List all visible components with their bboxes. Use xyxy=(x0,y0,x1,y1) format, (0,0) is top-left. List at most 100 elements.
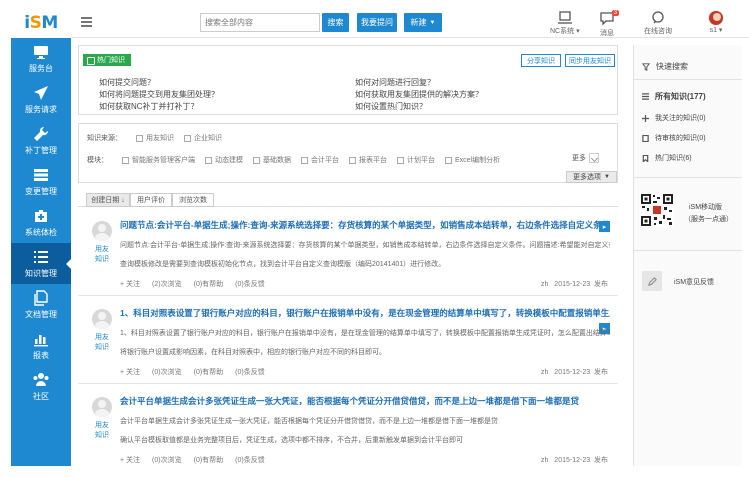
article-meta: + 关注 (0)次浏览 (0)有帮助 (0)条反馈 xyxy=(120,455,277,465)
nav-item-community[interactable]: 社区 xyxy=(11,366,71,407)
module-option[interactable]: 基础数据 xyxy=(253,155,291,165)
checkbox[interactable] xyxy=(397,156,404,164)
checkbox[interactable] xyxy=(136,134,143,142)
nav-item-knowledge[interactable]: 知识管理 xyxy=(11,243,71,284)
document-icon xyxy=(642,134,649,142)
checkbox[interactable] xyxy=(445,156,452,164)
hot-knowledge-link[interactable]: 热门知识(6) xyxy=(642,153,692,163)
filter-icon xyxy=(642,62,650,71)
views-count: (0)次浏览 xyxy=(152,369,182,376)
module-option[interactable]: 智能服务管理客户端 xyxy=(122,155,195,165)
medkit-icon xyxy=(35,209,47,222)
source-option[interactable]: 用友知识 xyxy=(136,133,174,143)
article-publish-info: zh 2015-12-23 发布 xyxy=(541,457,608,464)
hot-link[interactable]: 如何提交问题？ xyxy=(99,77,155,88)
laptop-icon xyxy=(557,11,572,24)
module-option[interactable]: Excel编制分析 xyxy=(445,155,500,165)
pending-knowledge-link[interactable]: 待审核的知识(0) xyxy=(642,133,706,143)
article-question: 1、科目对照表设置了银行账户对应的科目，银行账户在报销单中没有，是在现金管理的结… xyxy=(120,330,610,337)
hot-link[interactable]: 如何将问题提交到用友集团处理？ xyxy=(99,89,219,100)
author-name[interactable]: 用友知识 xyxy=(92,333,112,353)
sort-by-rating[interactable]: 用户评价 xyxy=(130,193,172,207)
helpful-link[interactable]: (0)有帮助 xyxy=(194,367,224,377)
checkbox[interactable] xyxy=(184,134,191,142)
module-option[interactable]: 会计平台 xyxy=(301,155,339,165)
nav-item-health-check[interactable]: 系统体检 xyxy=(11,202,71,243)
nav-item-service-request[interactable]: 服务请求 xyxy=(11,79,71,120)
quick-search-title: 快速搜索 xyxy=(642,61,688,72)
more-options-button[interactable]: 更多选项 ▼ xyxy=(566,171,617,183)
all-knowledge-link[interactable]: 所有知识(177) xyxy=(642,91,706,102)
nc-system-button[interactable]: NC系统 ▾ xyxy=(550,10,580,36)
plus-icon xyxy=(642,114,649,122)
helpful-link[interactable]: (0)有帮助 xyxy=(194,455,224,465)
ask-question-button[interactable]: 我要提问 xyxy=(357,13,397,32)
module-option[interactable]: 报表平台 xyxy=(349,155,387,165)
follow-link[interactable]: + 关注 xyxy=(120,367,140,377)
hot-link[interactable]: 如何设置热门知识？ xyxy=(355,101,427,112)
checkbox[interactable] xyxy=(301,156,308,164)
module-option[interactable]: 计划平台 xyxy=(397,155,435,165)
mobile-title: iSM移动版 xyxy=(689,204,723,211)
qr-code-icon[interactable] xyxy=(640,193,674,227)
search-input[interactable] xyxy=(200,13,320,32)
author-name[interactable]: 用友知识 xyxy=(92,421,112,441)
feedback-link[interactable]: (0)条反馈 xyxy=(235,279,265,289)
checkbox[interactable] xyxy=(253,156,260,164)
follow-link[interactable]: + 关注 xyxy=(120,279,140,289)
module-option[interactable]: 动态建模 xyxy=(205,155,243,165)
search-button[interactable]: 搜索 xyxy=(322,13,349,32)
author-name[interactable]: 用友知识 xyxy=(92,245,112,265)
messages-button[interactable]: 3 消息 xyxy=(599,10,619,38)
article-publish-info: zh 2015-12-23 发布 xyxy=(541,281,608,288)
views-count: (0)次浏览 xyxy=(152,457,182,464)
user-menu[interactable]: s1 ▾ xyxy=(708,10,724,34)
more-modules-toggle[interactable]: 更多 xyxy=(572,153,599,163)
sidebar-nav: 服务台 服务请求 补丁管理 变更管理 系统体检 知识管理 文档管理 报表 社区 xyxy=(11,38,71,407)
sync-knowledge-button[interactable]: 同步用友知识 xyxy=(565,54,615,67)
divider xyxy=(634,250,742,251)
nav-item-change[interactable]: 变更管理 xyxy=(11,161,71,202)
chat-double-icon xyxy=(652,11,664,24)
hot-link[interactable]: 如何获取NC补丁并打补丁？ xyxy=(99,101,199,112)
sort-by-views[interactable]: 浏览次数 xyxy=(172,193,214,207)
hot-link[interactable]: 如何获取用友集团提供的解决方案？ xyxy=(355,89,483,100)
hot-link[interactable]: 如何对问题进行回复？ xyxy=(355,77,435,88)
feedback-link[interactable]: iSM意见反馈 xyxy=(674,277,714,287)
logo[interactable]: iSM xyxy=(11,8,71,38)
author-avatar xyxy=(92,309,112,329)
edit-icon[interactable] xyxy=(642,271,662,291)
checkbox[interactable] xyxy=(349,156,356,164)
article-title[interactable]: 问题节点:会计平台-单据生成;操作:查询-来源系统选择要：存货核算的某个单据类型… xyxy=(120,219,610,231)
views-count: (2)次浏览 xyxy=(152,281,182,288)
filter-panel: 知识来源： 用友知识 企业知识 模块： 智能服务管理客户端 动态建模 基础数据 … xyxy=(78,123,618,183)
follow-link[interactable]: + 关注 xyxy=(120,455,140,465)
source-option[interactable]: 企业知识 xyxy=(184,133,222,143)
checkbox[interactable] xyxy=(205,156,212,164)
checkbox[interactable] xyxy=(122,156,129,164)
feedback-link[interactable]: (0)条反馈 xyxy=(235,367,265,377)
menu-toggle-icon[interactable] xyxy=(81,17,92,27)
article-title[interactable]: 会计平台单据生成会计多张凭证生成一张大凭证，能否根据每个凭证分开借贷借贷，而不是… xyxy=(120,395,610,407)
followed-knowledge-link[interactable]: 我关注的知识(0) xyxy=(642,113,706,123)
share-knowledge-button[interactable]: 分享知识 xyxy=(521,54,561,67)
online-consult-button[interactable]: 在线咨询 xyxy=(644,10,672,36)
nav-item-patch[interactable]: 补丁管理 xyxy=(11,120,71,161)
sort-by-date[interactable]: 创建日期 ↓ xyxy=(86,193,130,207)
helpful-link[interactable]: (0)有帮助 xyxy=(194,279,224,289)
hot-knowledge-panel: 热门知识 分享知识 同步用友知识 如何提交问题？ 如何对问题进行回复？ 如何将问… xyxy=(78,45,618,115)
nav-item-documents[interactable]: 文档管理 xyxy=(11,284,71,325)
article-answer: 将银行账户设置成影响因素，在科目对照表中，相应的银行账户对应不同的科目即可。 xyxy=(120,349,386,356)
feedback-link[interactable]: (0)条反馈 xyxy=(235,455,265,465)
article-publish-info: zh 2015-12-23 发布 xyxy=(541,369,608,376)
mobile-subtitle: （服务一点通） xyxy=(684,216,733,223)
hot-knowledge-tag: 热门知识 xyxy=(83,54,131,66)
new-button[interactable]: 新建 ▼ xyxy=(404,13,442,32)
article-title[interactable]: 1、科目对照表设置了银行账户对应的科目，银行账户在报销单中没有，是在现金管理的结… xyxy=(120,307,610,319)
expand-icon[interactable]: ▸ xyxy=(599,221,610,232)
top-bar: 搜索 我要提问 新建▼ NC系统 ▾ 3 消息 在线咨询 s1 ▾ xyxy=(71,8,749,38)
author-avatar xyxy=(92,397,112,417)
nav-item-reports[interactable]: 报表 xyxy=(11,325,71,366)
source-filter-row: 知识来源： 用友知识 企业知识 xyxy=(87,133,222,143)
nav-item-service-desk[interactable]: 服务台 xyxy=(11,38,71,79)
